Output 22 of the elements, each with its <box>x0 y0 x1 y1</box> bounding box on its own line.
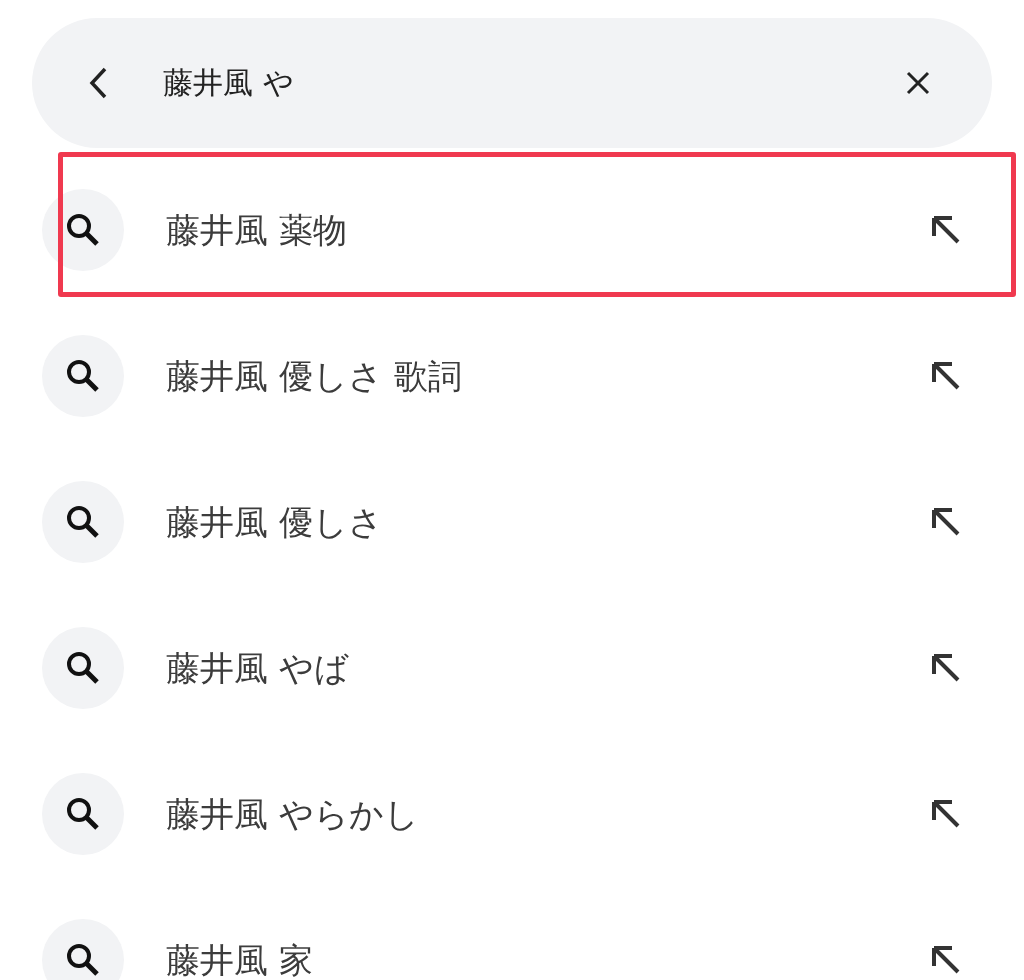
suggestion-text: 藤井風 家 <box>166 938 314 980</box>
suggestion-item[interactable]: 藤井風 やらかし <box>0 741 1024 887</box>
suggestion-item[interactable]: 藤井風 家 <box>0 887 1024 980</box>
search-icon <box>42 919 124 980</box>
suggestion-item[interactable]: 藤井風 優しさ <box>0 449 1024 595</box>
suggestion-text: 藤井風 薬物 <box>166 208 348 252</box>
suggestion-item[interactable]: 藤井風 薬物 <box>0 157 1024 303</box>
suggestion-text: 藤井風 優しさ 歌詞 <box>166 354 463 398</box>
suggestion-item[interactable]: 藤井風 やば <box>0 595 1024 741</box>
arrow-icon[interactable] <box>930 506 962 538</box>
arrow-icon[interactable] <box>930 798 962 830</box>
suggestion-text: 藤井風 やば <box>166 646 350 690</box>
arrow-icon[interactable] <box>930 360 962 392</box>
back-icon[interactable] <box>87 66 109 100</box>
close-icon[interactable] <box>906 71 930 95</box>
arrow-icon[interactable] <box>930 214 962 246</box>
suggestion-text: 藤井風 優しさ <box>166 500 384 544</box>
arrow-icon[interactable] <box>930 652 962 684</box>
suggestion-text: 藤井風 やらかし <box>166 792 420 836</box>
suggestion-item[interactable]: 藤井風 優しさ 歌詞 <box>0 303 1024 449</box>
search-field[interactable]: 藤井風 や <box>32 18 992 148</box>
arrow-icon[interactable] <box>930 944 962 976</box>
